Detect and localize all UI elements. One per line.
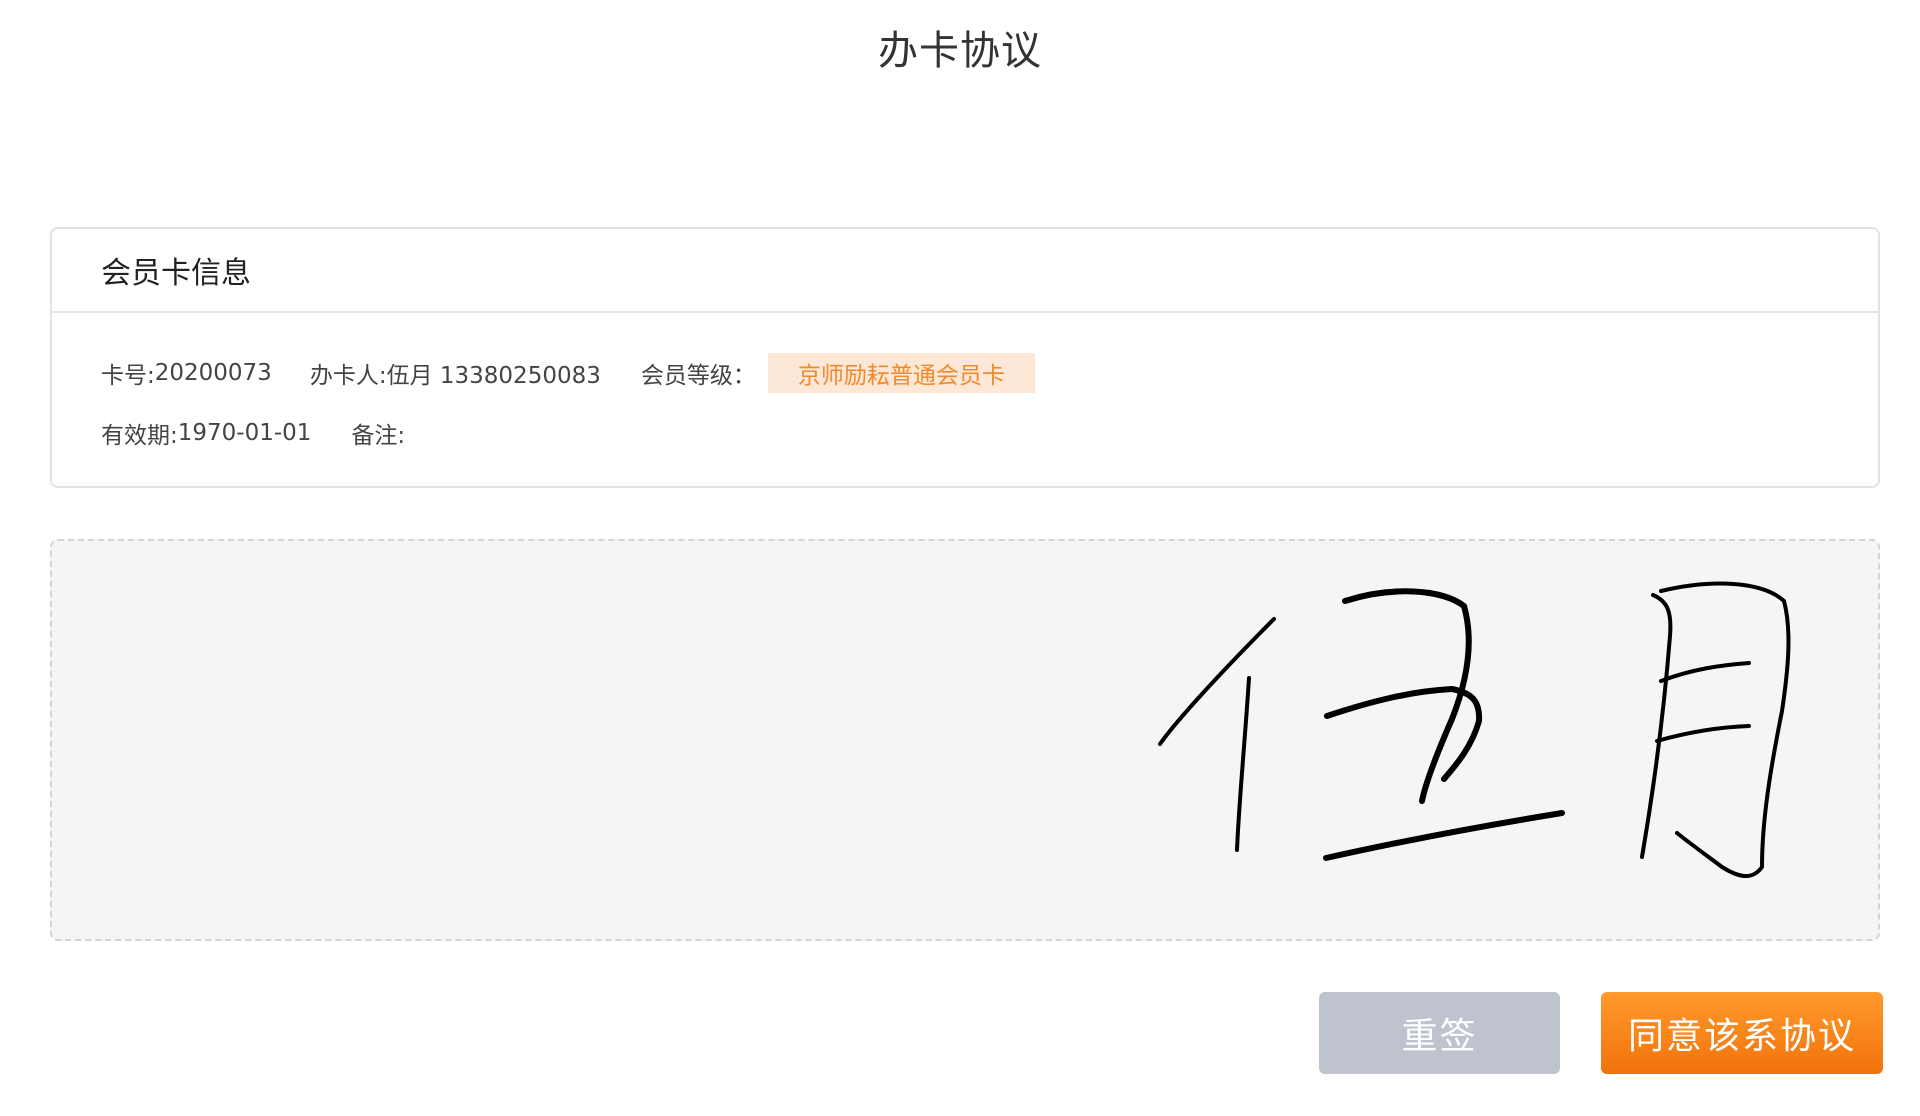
signature-stroke — [1640, 593, 1673, 859]
applicant-label: 办卡人: — [309, 363, 387, 389]
card-number-value: 20200073 — [154, 360, 272, 386]
card-info-header: 会员卡信息 — [52, 229, 1878, 313]
member-card-info-panel: 会员卡信息 卡号: 20200073 办卡人: 伍月 13380250083 会员等… — [50, 227, 1880, 488]
card-info-row-2: 有效期: 1970-01-01 备注: — [101, 413, 1878, 453]
signature-stroke — [1659, 581, 1791, 878]
signature-pad[interactable] — [50, 539, 1880, 941]
card-number-field: 卡号: 20200073 — [101, 356, 272, 390]
signature-drawing — [1158, 581, 1791, 878]
card-number-label: 卡号: — [101, 363, 155, 389]
valid-date-label: 有效期: — [101, 423, 178, 449]
applicant-value: 伍月 13380250083 — [386, 363, 601, 389]
signature-stroke — [1235, 676, 1251, 852]
member-level-field: 会员等级： 京师励耘普通会员卡 — [641, 353, 1035, 393]
card-info-row-1: 卡号: 20200073 办卡人: 伍月 13380250083 会员等级： 京师励… — [101, 353, 1878, 393]
member-level-label: 会员等级： — [640, 363, 756, 389]
signature-stroke — [1158, 617, 1276, 746]
resign-button[interactable]: 重签 — [1319, 992, 1560, 1074]
signature-stroke — [1659, 661, 1751, 683]
signature-stroke — [1655, 724, 1751, 743]
agree-agreement-button[interactable]: 同意该系协议 — [1601, 992, 1883, 1074]
valid-date-value: 1970-01-01 — [177, 420, 312, 446]
signature-stroke — [1323, 810, 1565, 861]
page-title: 办卡协议 — [878, 28, 1042, 74]
applicant-field: 办卡人: 伍月 13380250083 — [310, 356, 601, 390]
valid-date-field: 有效期: 1970-01-01 — [101, 416, 311, 450]
card-info-body: 卡号: 20200073 办卡人: 伍月 13380250083 会员等级： 京师励… — [52, 313, 1878, 453]
member-level-badge: 京师励耘普通会员卡 — [767, 353, 1035, 393]
remark-label: 备注: — [351, 423, 406, 449]
remark-field: 备注: — [351, 416, 405, 450]
